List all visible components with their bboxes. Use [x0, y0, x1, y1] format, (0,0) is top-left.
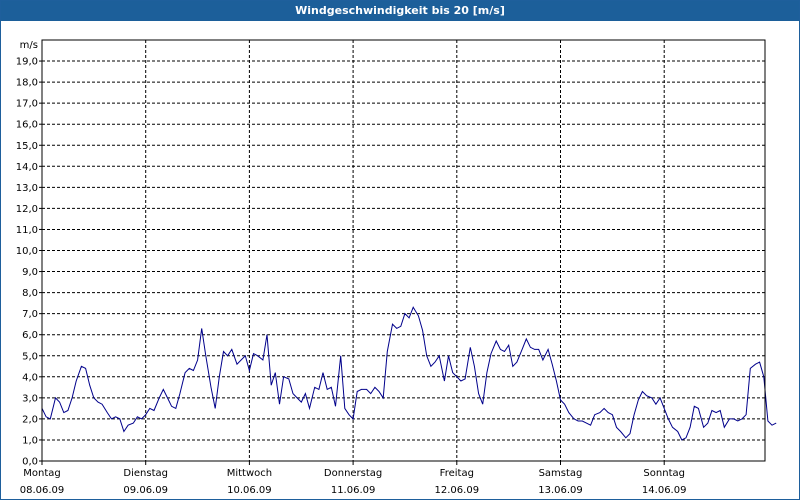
x-tick-label-date: 10.06.09 — [227, 485, 272, 496]
y-tick-label: 9,0 — [22, 267, 38, 278]
grid-lines — [42, 40, 765, 461]
x-tick-label-date: 13.06.09 — [538, 485, 583, 496]
y-tick-label: 6,0 — [22, 330, 38, 341]
y-tick-label: 14,0 — [16, 162, 38, 173]
x-tick-label-date: 14.06.09 — [642, 485, 687, 496]
wind-speed-chart: 0,0 1,0 2,0 3,0 4,0 5,0 6,0 7,0 8,0 9,0 10,0 11,0 12… — [16, 39, 777, 496]
chart-window: Windgeschwindigkeit bis 20 [m/s] 0,0 1,0 2… — [0, 0, 800, 500]
y-tick-label: 10,0 — [16, 246, 38, 257]
x-tick-label-date: 12.06.09 — [435, 485, 480, 496]
x-tick-label-day: Dienstag — [123, 468, 168, 479]
y-tick-label: 1,0 — [22, 435, 38, 446]
x-axis: Montag 08.06.09 Dienstag 09.06.09 Mittwoch 10… — [20, 461, 687, 496]
y-tick-label: 7,0 — [22, 309, 38, 320]
y-tick-label: 17,0 — [16, 99, 38, 110]
x-tick-label-day: Donnerstag — [324, 468, 382, 479]
x-tick-label-day: Montag — [23, 468, 60, 479]
y-axis: 0,0 1,0 2,0 3,0 4,0 5,0 6,0 7,0 8,0 9,0 10,0 11,0 12… — [16, 57, 42, 468]
y-tick-label: 13,0 — [16, 183, 38, 194]
x-tick-label-date: 09.06.09 — [123, 485, 168, 496]
y-axis-unit-label: m/s — [20, 40, 38, 51]
y-tick-label: 18,0 — [16, 78, 38, 89]
y-tick-label: 19,0 — [16, 57, 38, 68]
y-tick-label: 3,0 — [22, 393, 38, 404]
y-tick-label: 12,0 — [16, 204, 38, 215]
x-tick-label-date: 08.06.09 — [20, 485, 65, 496]
x-tick-label-day: Samstag — [539, 468, 583, 479]
y-tick-label: 11,0 — [16, 225, 38, 236]
x-tick-label-day: Mittwoch — [227, 468, 272, 479]
x-tick-label-day: Freitag — [440, 468, 474, 479]
series-group — [41, 306, 777, 441]
y-tick-label: 0,0 — [22, 457, 38, 468]
y-tick-label: 15,0 — [16, 141, 38, 152]
y-tick-label: 8,0 — [22, 288, 38, 299]
x-tick-label-date: 11.06.09 — [331, 485, 376, 496]
y-tick-label: 4,0 — [22, 372, 38, 383]
wind-speed-series-line — [41, 306, 777, 441]
y-tick-label: 5,0 — [22, 351, 38, 362]
y-tick-label: 16,0 — [16, 120, 38, 131]
y-tick-label: 2,0 — [22, 414, 38, 425]
x-tick-label-day: Sonntag — [643, 468, 685, 479]
chart-title: Windgeschwindigkeit bis 20 [m/s] — [1, 1, 799, 21]
